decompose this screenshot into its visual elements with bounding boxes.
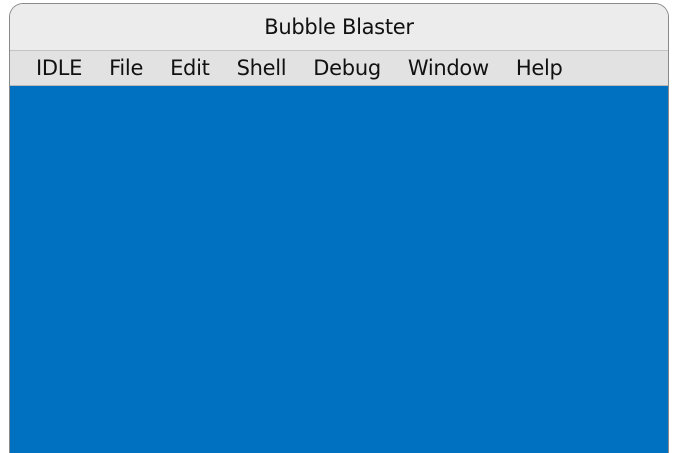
game-canvas[interactable]: [10, 86, 668, 453]
title-bar[interactable]: Bubble Blaster: [10, 4, 668, 50]
menu-idle[interactable]: IDLE: [36, 56, 82, 80]
menu-bar: IDLE File Edit Shell Debug Window Help: [10, 50, 668, 86]
menu-help[interactable]: Help: [516, 56, 563, 80]
menu-edit[interactable]: Edit: [170, 56, 210, 80]
menu-shell[interactable]: Shell: [237, 56, 287, 80]
app-window: Bubble Blaster IDLE File Edit Shell Debu…: [9, 3, 669, 453]
menu-debug[interactable]: Debug: [313, 56, 381, 80]
window-title: Bubble Blaster: [264, 15, 414, 39]
menu-file[interactable]: File: [109, 56, 143, 80]
menu-window[interactable]: Window: [408, 56, 489, 80]
